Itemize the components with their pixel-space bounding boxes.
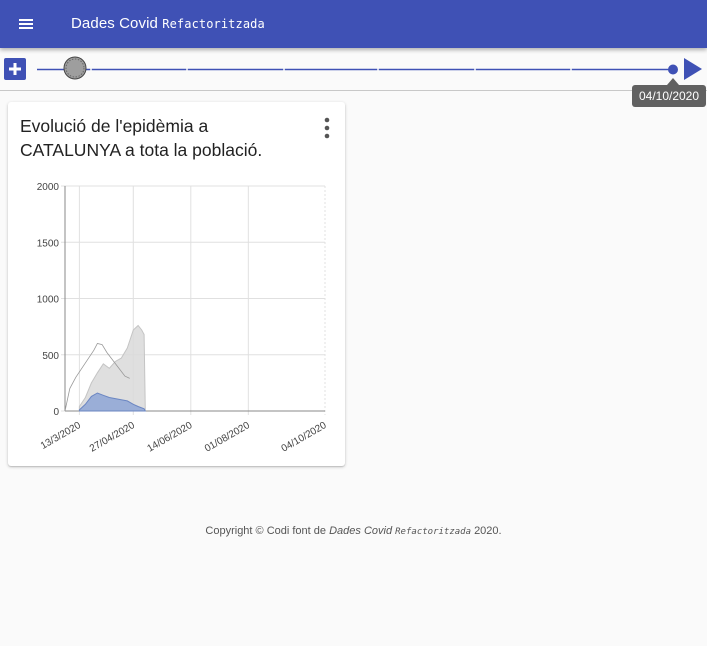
- y-tick-label: 0: [53, 407, 59, 418]
- chart-card: Evolució de l'epidèmia a CATALUNYA a tot…: [8, 102, 345, 466]
- footer-prefix: Copyright © Codi font de: [205, 525, 327, 537]
- timeline-slider[interactable]: [0, 48, 707, 90]
- x-tick-label: 01/08/2020: [203, 420, 252, 455]
- app-title-suffix: Refactoritzada: [162, 17, 265, 31]
- footer: Copyright © Codi font de Dades Covid Ref…: [0, 525, 707, 537]
- app-bar: Dades Covid Refactoritzada: [0, 0, 707, 48]
- y-tick-label: 2000: [37, 182, 60, 193]
- date-tooltip-arrow: [667, 78, 679, 85]
- app-title: Dades Covid Refactoritzada: [71, 15, 265, 32]
- menu-button[interactable]: [12, 12, 40, 36]
- x-tick-label: 13/3/2020: [39, 420, 83, 452]
- timeline-start-handle[interactable]: [63, 56, 87, 80]
- timeline-bar: [0, 48, 707, 91]
- y-tick-label: 1000: [37, 295, 60, 306]
- epidemic-chart: 0 500 1000 1500 2000 13/3/2020 27/04/2020 14/06…: [37, 182, 329, 455]
- x-tick-label: 14/06/2020: [145, 420, 194, 455]
- play-arrow-icon: [684, 58, 702, 80]
- y-tick-label: 1500: [37, 238, 60, 249]
- menu-icon: [19, 19, 33, 29]
- timeline-thumb[interactable]: [668, 64, 678, 75]
- footer-name: Dades Covid: [329, 525, 393, 537]
- footer-link[interactable]: Dades Covid Refactoritzada: [329, 525, 471, 537]
- x-tick-label: 04/10/2020: [280, 420, 329, 455]
- y-tick-label: 500: [42, 351, 59, 362]
- footer-year: 2020.: [474, 525, 502, 537]
- app-title-text: Dades Covid: [71, 15, 158, 32]
- play-button[interactable]: [683, 57, 703, 86]
- footer-name-suffix: Refactoritzada: [395, 527, 471, 537]
- date-tooltip: 04/10/2020: [632, 85, 706, 107]
- x-tick-label: 27/04/2020: [88, 420, 137, 455]
